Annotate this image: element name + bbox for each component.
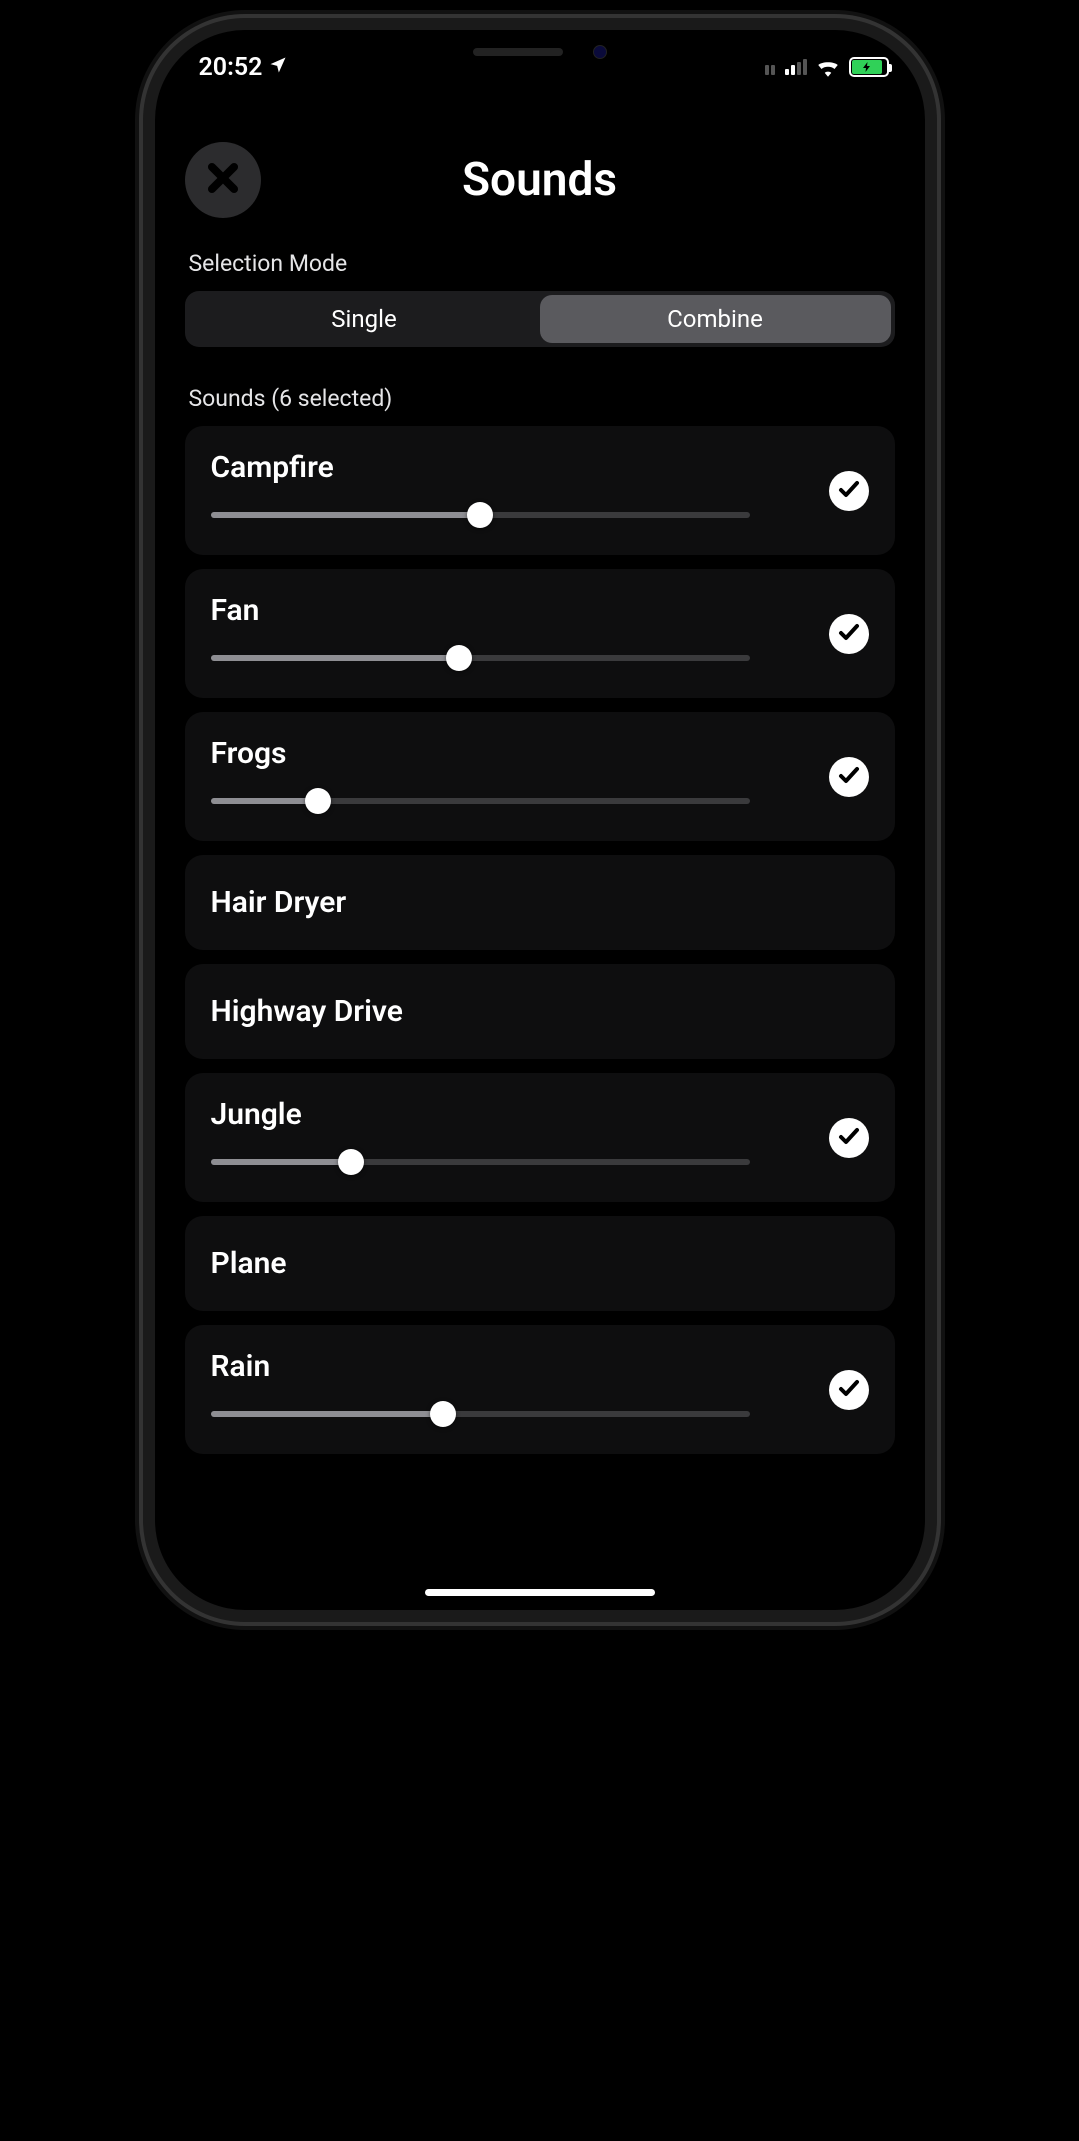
close-icon [204,159,242,201]
sound-row[interactable]: Rain [185,1325,895,1454]
sound-row[interactable]: Highway Drive [185,964,895,1059]
sound-name: Plane [211,1246,869,1281]
segment-combine[interactable]: Combine [540,295,891,343]
battery-icon [849,57,889,77]
slider-thumb[interactable] [446,645,472,671]
speaker-grille [473,48,563,56]
selected-check[interactable] [829,1118,869,1158]
sound-list: Campfire Fan Frogs Hair Dryer Highway Drive J… [185,426,895,1454]
sound-name: Highway Drive [211,994,869,1029]
sound-row[interactable]: Plane [185,1216,895,1311]
sound-name: Fan [211,593,869,628]
selected-check[interactable] [829,471,869,511]
cell-signal-icon [785,59,807,75]
selected-check[interactable] [829,614,869,654]
device-frame: 20:52 [155,30,925,1610]
volume-slider[interactable] [211,1402,751,1426]
sound-row[interactable]: Frogs [185,712,895,841]
volume-slider[interactable] [211,1150,751,1174]
location-icon [268,53,288,82]
sound-row[interactable]: Fan [185,569,895,698]
selected-check[interactable] [829,757,869,797]
selection-mode-label: Selection Mode [189,250,895,277]
sounds-section-label: Sounds (6 selected) [189,385,895,412]
app-screen: Sounds Selection Mode Single Combine Sou… [155,30,925,1610]
check-icon [837,1124,861,1152]
notch [380,30,700,74]
segment-label: Combine [667,305,763,333]
sound-name: Rain [211,1349,869,1384]
slider-thumb[interactable] [467,502,493,528]
front-camera [593,45,607,59]
close-button[interactable] [185,142,261,218]
volume-slider[interactable] [211,503,751,527]
sound-name: Frogs [211,736,869,771]
charging-bolt-icon [861,60,873,74]
check-icon [837,620,861,648]
sound-name: Campfire [211,450,869,485]
wifi-icon [815,57,841,77]
volume-slider[interactable] [211,646,751,670]
secondary-signal-icon [765,59,775,75]
check-icon [837,477,861,505]
sound-row[interactable]: Hair Dryer [185,855,895,950]
segment-single[interactable]: Single [189,295,540,343]
sound-row[interactable]: Jungle [185,1073,895,1202]
home-indicator[interactable] [425,1589,655,1596]
sound-row[interactable]: Campfire [185,426,895,555]
sound-name: Jungle [211,1097,869,1132]
slider-thumb[interactable] [338,1149,364,1175]
slider-thumb[interactable] [305,788,331,814]
segment-label: Single [331,305,396,333]
slider-thumb[interactable] [430,1401,456,1427]
selection-mode-segmented-control[interactable]: Single Combine [185,291,895,347]
check-icon [837,1376,861,1404]
page-header: Sounds [185,140,895,220]
volume-slider[interactable] [211,789,751,813]
check-icon [837,763,861,791]
selected-check[interactable] [829,1370,869,1410]
sound-name: Hair Dryer [211,885,869,920]
page-title: Sounds [462,153,617,207]
status-time: 20:52 [199,53,263,82]
